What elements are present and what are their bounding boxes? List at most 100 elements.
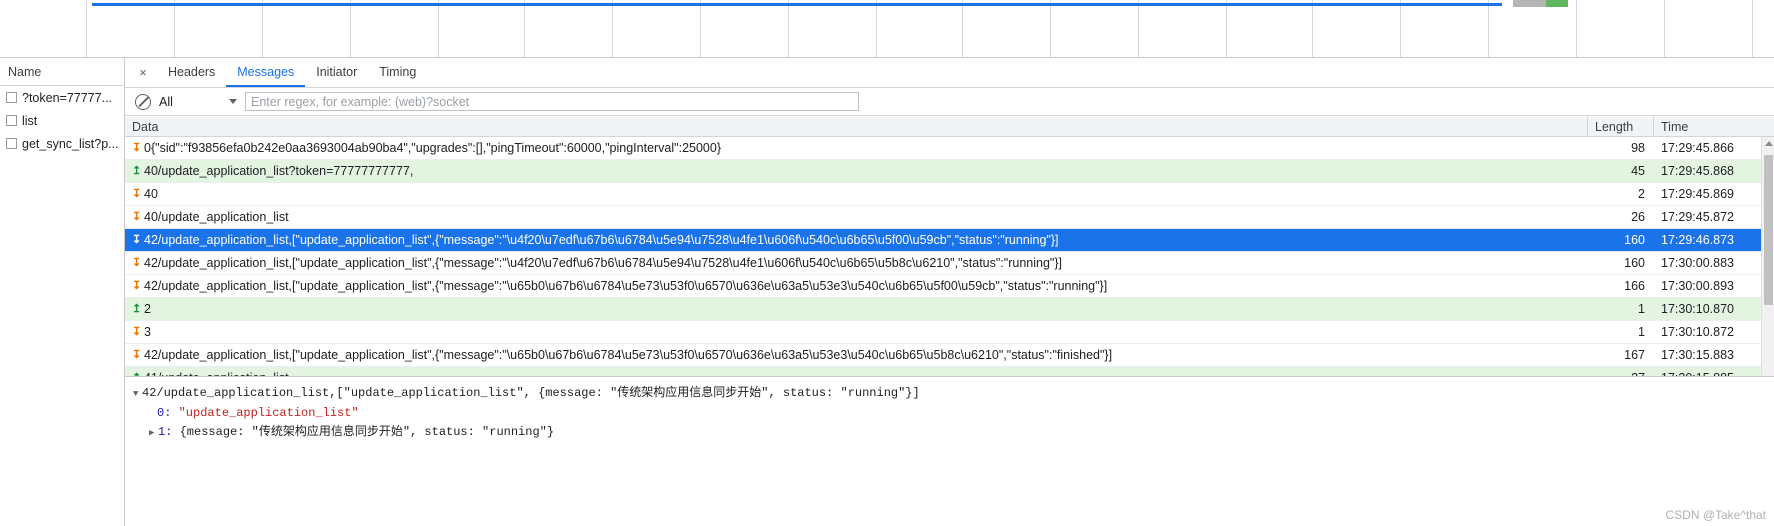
scrollbar-thumb[interactable] [1764, 155, 1773, 305]
table-row[interactable]: ↥ 2 1 17:30:10.870 [125, 298, 1774, 321]
column-header-length[interactable]: Length [1588, 117, 1654, 136]
cell-data: ↧ 42/update_application_list,["update_ap… [132, 256, 1063, 270]
arrow-down-icon: ↧ [132, 348, 142, 361]
preview-value-0: "update_application_list" [178, 406, 359, 420]
cell-length: 160 [1624, 233, 1645, 247]
cell-data: ↧ 3 [132, 325, 151, 339]
cell-data: ↧ 42/update_application_list,["update_ap… [132, 348, 1113, 362]
preview-child-1[interactable]: ▶ 1: {message: "传统架构应用信息同步开始", status: "r… [133, 423, 1774, 443]
chevron-down-icon [229, 99, 237, 104]
list-item[interactable]: list [0, 109, 124, 132]
arrow-down-icon: ↧ [132, 187, 142, 200]
devtools-network-panel: Name ?token=77777... list get_sync_list?… [0, 0, 1774, 526]
cell-length: 166 [1624, 279, 1645, 293]
arrow-down-icon: ↧ [132, 279, 142, 292]
close-icon[interactable]: × [129, 58, 157, 87]
column-header-data[interactable]: Data [125, 117, 1588, 136]
messages-table-header: Data Length Time [125, 117, 1774, 137]
table-row[interactable]: ↥ 41/update_application_list 27 17:30:15… [125, 367, 1774, 376]
cell-data: ↧ 42/update_application_list,["update_ap… [132, 233, 1059, 247]
triangle-down-icon[interactable]: ▼ [133, 385, 142, 404]
cell-time: 17:30:00.883 [1661, 256, 1734, 270]
messages-table: Data Length Time ↧ 0{"sid":"f93856efa0b2… [125, 117, 1774, 377]
timeline-websocket-bar [92, 3, 1502, 6]
cell-data: ↧ 42/update_application_list,["update_ap… [132, 279, 1108, 293]
messages-table-scrollbar[interactable] [1761, 137, 1774, 376]
cell-data: ↧ 0{"sid":"f93856efa0b242e0aa3693004ab90… [132, 141, 722, 155]
preview-child-0[interactable]: 0: "update_application_list" [133, 404, 1774, 423]
checkbox-icon[interactable] [6, 138, 17, 149]
cell-time: 17:30:00.893 [1661, 279, 1734, 293]
cell-data: ↥ 41/update_application_list [125, 367, 1588, 376]
cell-length: 26 [1631, 210, 1645, 224]
table-row[interactable]: ↧ 3 1 17:30:10.872 [125, 321, 1774, 344]
cell-length: 1 [1638, 302, 1645, 316]
cell-time: 17:29:46.873 [1661, 233, 1734, 247]
request-detail-area: × Headers Messages Initiator Timing All … [125, 58, 1774, 526]
arrow-down-icon: ↧ [132, 233, 142, 246]
arrow-up-icon: ↥ [132, 164, 142, 177]
table-row[interactable]: ↧ 40/update_application_list 26 17:29:45… [125, 206, 1774, 229]
cell-length: 2 [1638, 187, 1645, 201]
tab-messages[interactable]: Messages [226, 58, 306, 87]
preview-root-line[interactable]: ▼ 42/update_application_list,["update_app… [133, 384, 1774, 404]
cell-length: 45 [1631, 164, 1645, 178]
preview-index-0: 0: [157, 406, 172, 420]
tab-headers[interactable]: Headers [157, 58, 226, 87]
arrow-up-icon: ↥ [132, 372, 141, 376]
cell-time: 17:30:10.870 [1661, 302, 1734, 316]
arrow-down-icon: ↧ [132, 210, 142, 223]
message-type-filter-value: All [159, 94, 173, 109]
detail-tabbar: × Headers Messages Initiator Timing [125, 58, 1774, 88]
cell-data: ↥ 2 [132, 302, 151, 316]
arrow-down-icon: ↧ [132, 325, 142, 338]
preview-value-1: {message: "传统架构应用信息同步开始", status: "runni… [179, 425, 555, 439]
network-timeline-overview[interactable] [0, 0, 1774, 58]
table-row-selected[interactable]: ↧ 42/update_application_list,["update_ap… [125, 229, 1774, 252]
table-row[interactable]: ↧ 42/update_application_list,["update_ap… [125, 344, 1774, 367]
cell-time: 17:29:45.866 [1661, 141, 1734, 155]
cell-length: 167 [1624, 348, 1645, 362]
arrow-down-icon: ↧ [132, 141, 142, 154]
message-preview-pane: ▼ 42/update_application_list,["update_app… [125, 378, 1774, 526]
preview-root-text: 42/update_application_list,["update_appl… [142, 386, 920, 400]
cell-time: 17:29:45.872 [1661, 210, 1734, 224]
list-item[interactable]: ?token=77777... [0, 86, 124, 109]
cell-time: 17:30:15.885 [1654, 367, 1774, 376]
scroll-up-icon[interactable] [1765, 141, 1773, 146]
cell-length: 160 [1624, 256, 1645, 270]
cell-length: 27 [1588, 367, 1654, 376]
table-row[interactable]: ↥ 40/update_application_list?token=77777… [125, 160, 1774, 183]
regex-filter-input[interactable] [245, 92, 859, 111]
table-row[interactable]: ↧ 0{"sid":"f93856efa0b242e0aa3693004ab90… [125, 137, 1774, 160]
column-header-time[interactable]: Time [1654, 117, 1774, 136]
timeline-gridlines [0, 0, 1774, 57]
table-row[interactable]: ↧ 42/update_application_list,["update_ap… [125, 252, 1774, 275]
name-column-header[interactable]: Name [0, 58, 124, 86]
request-name-label: get_sync_list?p... [22, 136, 119, 151]
cell-length: 1 [1638, 325, 1645, 339]
tab-timing[interactable]: Timing [368, 58, 427, 87]
arrow-up-icon: ↥ [132, 302, 142, 315]
checkbox-icon[interactable] [6, 92, 17, 103]
cell-length: 98 [1631, 141, 1645, 155]
table-row[interactable]: ↧ 42/update_application_list,["update_ap… [125, 275, 1774, 298]
tab-initiator[interactable]: Initiator [305, 58, 368, 87]
timeline-request-bar-green [1546, 0, 1568, 7]
preview-index-1: 1: [158, 425, 173, 439]
timeline-request-bar-grey [1513, 0, 1547, 7]
cell-time: 17:29:45.868 [1661, 164, 1734, 178]
no-entry-icon[interactable] [135, 93, 151, 110]
cell-time: 17:30:10.872 [1661, 325, 1734, 339]
request-name-label: ?token=77777... [22, 90, 113, 105]
cell-time: 17:29:45.869 [1661, 187, 1734, 201]
message-type-filter[interactable]: All [159, 95, 245, 109]
table-row[interactable]: ↧ 40 2 17:29:45.869 [125, 183, 1774, 206]
list-item[interactable]: get_sync_list?p... [0, 132, 124, 155]
request-name-label: list [22, 113, 38, 128]
cell-data: ↧ 40/update_application_list [132, 210, 289, 224]
request-name-panel: Name ?token=77777... list get_sync_list?… [0, 58, 125, 526]
cell-data: ↥ 40/update_application_list?token=77777… [132, 164, 414, 178]
checkbox-icon[interactable] [6, 115, 17, 126]
triangle-right-icon[interactable]: ▶ [149, 424, 158, 443]
